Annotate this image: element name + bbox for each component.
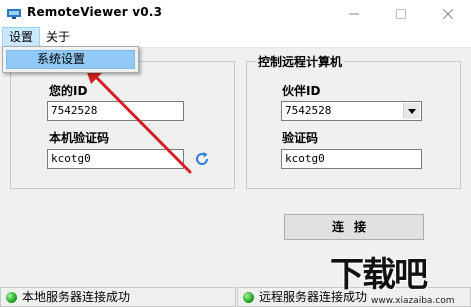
watermark-url: www.xiazaiba.com	[371, 296, 455, 306]
watermark-logo: 下载吧	[330, 255, 428, 295]
settings-dropdown: 系统设置	[2, 46, 139, 73]
local-status-text: 本地服务器连接成功	[22, 290, 131, 304]
status-ok-icon	[243, 292, 254, 303]
local-status-pane: 本地服务器连接成功	[0, 287, 236, 307]
system-settings-menu-item[interactable]: 系统设置	[6, 50, 135, 69]
status-ok-icon	[6, 292, 17, 303]
